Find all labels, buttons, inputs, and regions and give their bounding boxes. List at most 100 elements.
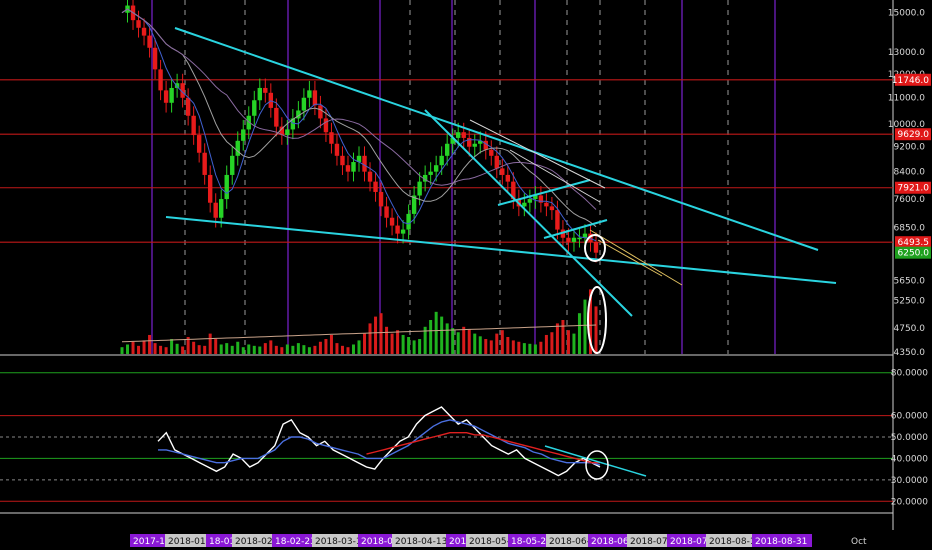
volume-bar [142,340,146,354]
volume-bar [440,316,444,354]
candle-body [505,174,511,182]
volume-bar [473,333,477,354]
volume-bar [478,336,482,354]
candle-body [577,237,582,240]
volume-bar [346,347,350,354]
candle-body [219,199,224,218]
candle-body [472,143,477,147]
volume-bar [484,339,488,354]
candle-body [571,237,577,242]
date-tick-label: Oct [851,537,867,547]
volume-bar [451,328,455,354]
candle-body [340,155,345,166]
candle-body [301,97,307,111]
volume-bar [577,313,581,354]
price-tick-label: 4350.0 [894,348,926,358]
volume-bar [203,345,207,354]
volume-bar [291,345,295,354]
volume-bar [434,311,438,354]
volume-bar [462,326,466,354]
volume-bar [285,344,289,354]
candle-body [439,155,444,166]
candle-body [263,87,268,93]
indicator-tick-label: 40.0000 [891,454,928,464]
candle-body [527,199,533,203]
candle-body [456,132,461,138]
candle-body [384,206,389,218]
candle-body [312,90,318,106]
volume-bar [329,334,333,354]
volume-bar [247,344,251,354]
volume-bar [236,341,240,354]
candle-body [163,90,169,103]
volume-bar [379,313,383,354]
price-tick-label: 9200.0 [894,143,926,153]
volume-bar [120,347,124,354]
volume-bar [164,347,168,354]
candle-body [522,202,527,207]
price-level-label: 9629.0 [898,130,930,140]
candle-body [230,155,235,175]
volume-bar [208,333,212,354]
price-level-label: 7921.0 [898,184,930,194]
volume-bar [181,346,185,354]
candle-body [224,174,229,200]
volume-bar [153,343,157,354]
candle-body [152,47,158,70]
candle-body [444,143,450,156]
candle-body [555,210,560,230]
candle-body [323,118,329,133]
candle-body [285,129,290,136]
candle-body [329,132,334,144]
date-axis: 2017-122018-01-1218-01 2018-02-0818-02-23… [130,534,871,547]
trading-chart: 15000.013000.012000.011000.010000.09200.… [0,0,932,550]
indicator-tick-label: 80.0000 [891,369,928,379]
volume-bar [418,339,422,354]
volume-bar [511,340,515,354]
volume-bar [363,333,367,354]
candle-body [191,115,196,136]
candle-body [274,107,279,127]
candle-body [158,69,163,91]
volume-bar [396,330,400,354]
candle-body [367,171,373,182]
price-level-label: 11746.0 [892,76,929,86]
volume-bar [566,330,570,354]
price-tick-label: 7600.0 [894,195,926,205]
candle-body [147,35,152,48]
candle-body [494,155,499,169]
date-tick-label: 18-05-25 [511,537,552,547]
candle-body [334,143,340,156]
volume-bar [197,345,201,354]
volume-bar [506,337,510,354]
volume-bar [407,337,411,354]
date-tick-label: 2018-04-13 [395,537,447,547]
candle-body [406,213,411,230]
candle-body [196,135,202,153]
volume-bar [307,347,311,354]
chart-background [0,0,932,550]
volume-bar [561,320,565,354]
candle-body [417,181,422,196]
volume-bar [500,330,504,354]
candle-body [213,202,218,218]
volume-bar [131,341,135,354]
candle-body [378,191,384,207]
volume-bar [533,344,537,354]
candle-body [549,206,555,211]
volume-bar [340,345,344,354]
volume-bar [539,341,543,354]
volume-bar [583,299,587,354]
volume-bar [302,345,306,354]
candle-body [307,90,312,98]
volume-bar [429,320,433,354]
volume-bar [445,323,449,354]
volume-bar [368,323,372,354]
volume-bar [555,323,559,354]
volume-bar [335,343,339,354]
volume-bar [241,347,245,354]
volume-bar [467,329,471,354]
price-tick-label: 4750.0 [894,324,926,334]
volume-bar [528,343,532,354]
indicator-tick-label: 60.0000 [891,412,928,422]
